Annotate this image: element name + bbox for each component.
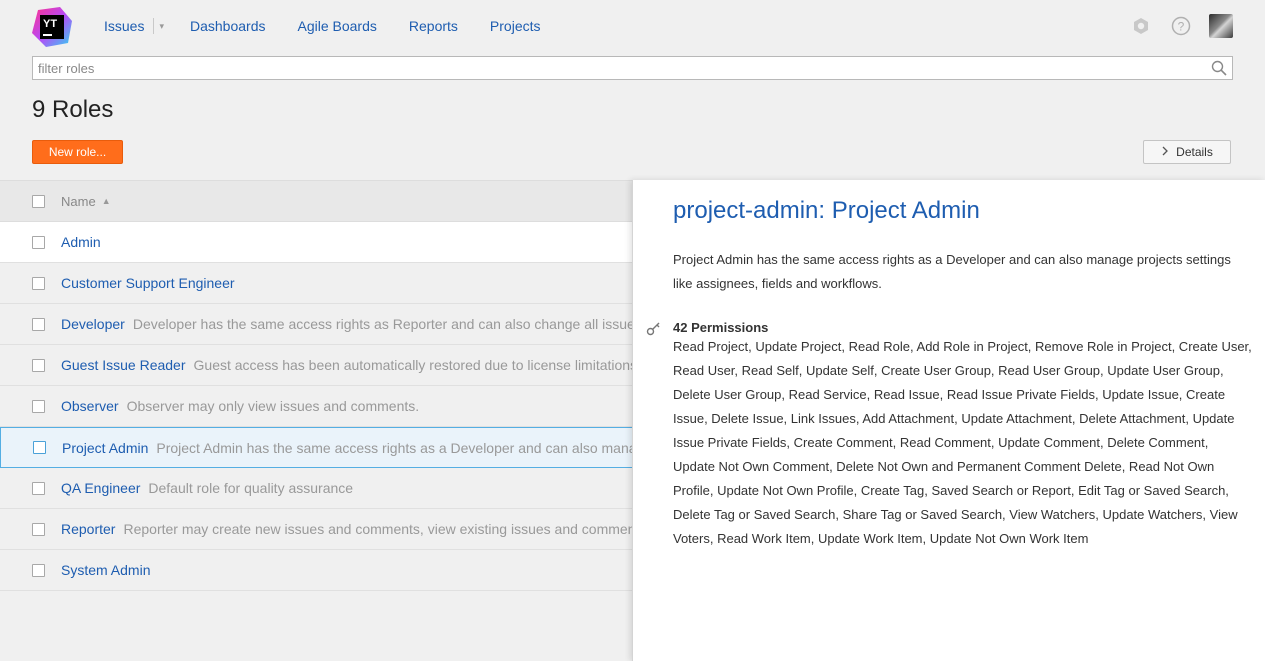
row-checkbox[interactable] xyxy=(32,358,45,372)
search-input[interactable] xyxy=(33,57,1208,79)
header-actions: ? xyxy=(1113,14,1233,38)
table-row[interactable]: Admin xyxy=(0,222,640,263)
logo-text: YT xyxy=(43,18,57,30)
help-icon[interactable]: ? xyxy=(1169,14,1193,38)
user-avatar[interactable] xyxy=(1209,14,1233,38)
roles-table: Name ▲ Admin Customer Support Engineer D… xyxy=(0,180,640,591)
new-role-button[interactable]: New role... xyxy=(32,140,123,164)
nav-dashboards[interactable]: Dashboards xyxy=(190,17,266,35)
role-name[interactable]: QA Engineer xyxy=(61,480,140,496)
role-name[interactable]: Reporter xyxy=(61,521,115,537)
permissions-heading: 42 Permissions xyxy=(673,320,769,335)
row-checkbox[interactable] xyxy=(32,317,45,331)
details-button[interactable]: Details xyxy=(1143,140,1231,164)
row-checkbox[interactable] xyxy=(32,235,45,249)
nav-agile-boards[interactable]: Agile Boards xyxy=(298,17,377,35)
main-nav: Issues ▾ Dashboards Agile Boards Reports… xyxy=(104,17,573,35)
role-description: Default role for quality assurance xyxy=(148,480,354,496)
role-name[interactable]: Developer xyxy=(61,316,125,332)
table-row[interactable]: System Admin xyxy=(0,550,640,591)
table-row[interactable]: QA Engineer Default role for quality ass… xyxy=(0,468,640,509)
column-name-header[interactable]: Name xyxy=(61,194,96,209)
permissions-list: Read Project, Update Project, Read Role,… xyxy=(673,339,1252,546)
settings-icon[interactable] xyxy=(1129,14,1153,38)
role-description: Developer has the same access rights as … xyxy=(132,316,640,332)
role-description: Guest access has been automatically rest… xyxy=(193,357,638,373)
role-detail-panel: project-admin: Project Admin Project Adm… xyxy=(632,180,1265,661)
key-icon xyxy=(646,320,662,336)
role-name[interactable]: Observer xyxy=(61,398,119,414)
page-title: 9 Roles xyxy=(32,96,114,123)
details-label: Details xyxy=(1176,145,1213,159)
chevron-right-icon xyxy=(1161,145,1169,159)
role-description: Observer may only view issues and commen… xyxy=(126,398,420,414)
role-description: Project Admin has the same access rights… xyxy=(156,439,639,456)
svg-text:?: ? xyxy=(1178,20,1185,34)
filter-roles-search xyxy=(32,56,1233,80)
table-row[interactable]: Developer Developer has the same access … xyxy=(0,304,640,345)
table-row[interactable]: Guest Issue Reader Guest access has been… xyxy=(0,345,640,386)
nav-reports[interactable]: Reports xyxy=(409,17,458,35)
nav-projects[interactable]: Projects xyxy=(490,17,541,35)
sort-ascending-icon[interactable]: ▲ xyxy=(102,196,111,206)
table-row[interactable]: Customer Support Engineer xyxy=(0,263,640,304)
nav-issues[interactable]: Issues xyxy=(104,17,144,35)
role-detail-description: Project Admin has the same access rights… xyxy=(673,252,1231,291)
select-all-checkbox[interactable] xyxy=(32,194,45,208)
role-name[interactable]: Project Admin xyxy=(62,440,148,456)
search-icon[interactable] xyxy=(1208,57,1230,79)
table-header: Name ▲ xyxy=(0,181,640,222)
table-row[interactable]: Observer Observer may only view issues a… xyxy=(0,386,640,427)
row-checkbox[interactable] xyxy=(33,441,46,454)
row-checkbox[interactable] xyxy=(32,399,45,413)
youtrack-logo[interactable]: YT xyxy=(32,7,72,47)
role-name[interactable]: System Admin xyxy=(61,562,150,578)
row-checkbox[interactable] xyxy=(32,522,45,536)
row-checkbox[interactable] xyxy=(32,481,45,495)
row-checkbox[interactable] xyxy=(32,276,45,290)
table-row[interactable]: Reporter Reporter may create new issues … xyxy=(0,509,640,550)
role-description: Reporter may create new issues and comme… xyxy=(123,521,640,537)
role-name[interactable]: Customer Support Engineer xyxy=(61,275,235,291)
row-checkbox[interactable] xyxy=(32,563,45,577)
nav-separator xyxy=(153,18,155,34)
role-name[interactable]: Admin xyxy=(61,234,101,250)
issues-dropdown-icon[interactable]: ▾ xyxy=(159,21,164,32)
role-name[interactable]: Guest Issue Reader xyxy=(61,357,186,373)
page: YT Issues ▾ Dashboards Agile Boards Repo… xyxy=(0,0,1265,661)
table-row-selected[interactable]: Project Admin Project Admin has the same… xyxy=(0,427,640,468)
role-detail-title: project-admin: Project Admin xyxy=(673,197,980,224)
